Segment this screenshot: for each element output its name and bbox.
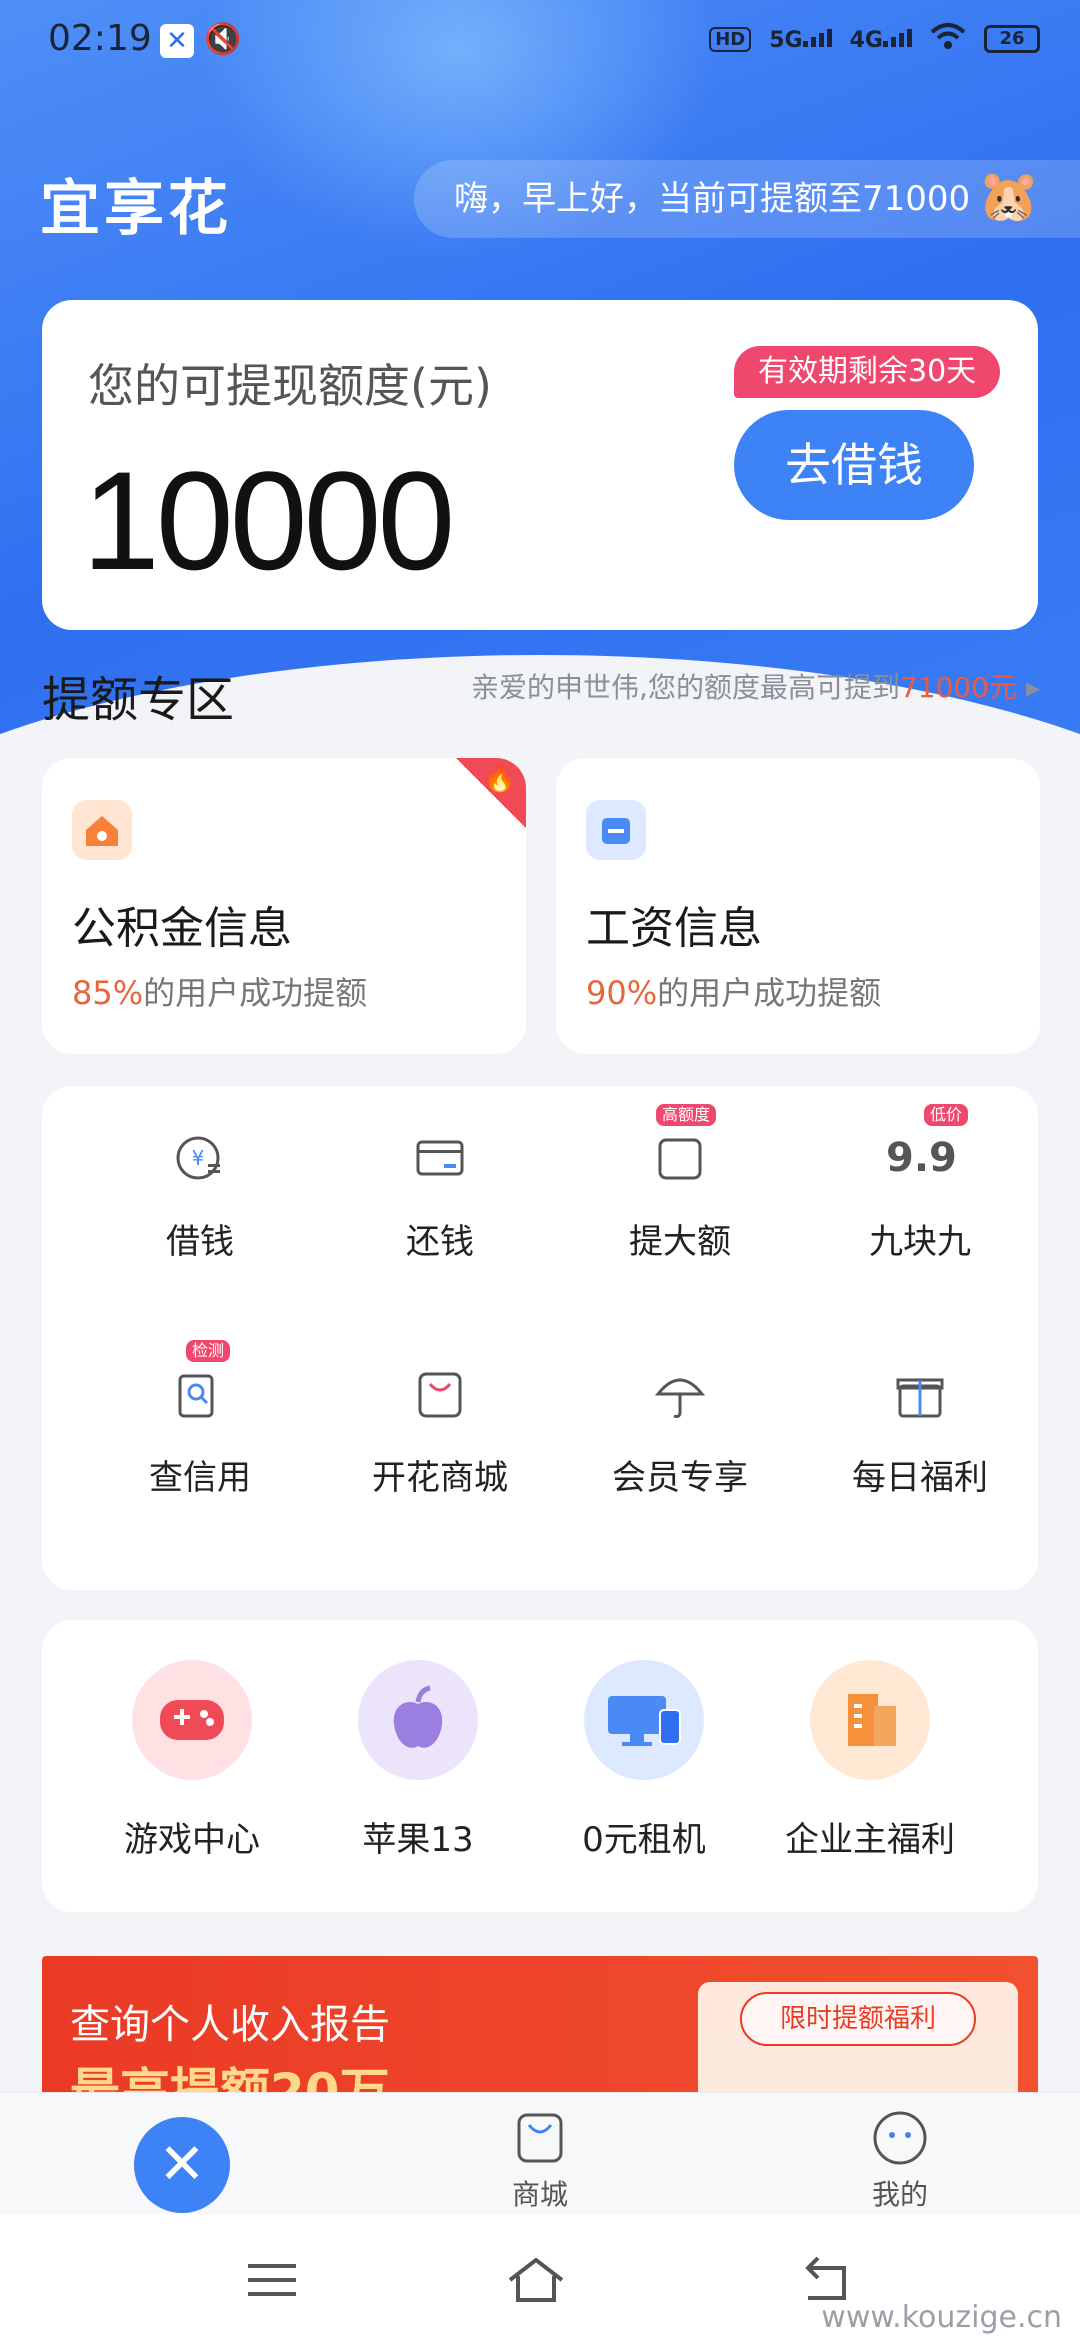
bottom-tab-bar: ✕ 商城 我的 xyxy=(0,2092,1080,2214)
mascot-icon: 🐹 xyxy=(977,167,1040,225)
wifi-icon xyxy=(930,22,966,56)
detect-tag: 检测 xyxy=(186,1340,231,1362)
grid-item-label: 提大额 xyxy=(629,1222,731,1262)
featured-game-center[interactable]: 游戏中心 xyxy=(82,1650,302,1890)
info-card-title: 工资信息 xyxy=(586,903,762,954)
play-arrow-icon: ▸ xyxy=(1025,671,1040,704)
credit-check-icon xyxy=(178,1374,214,1418)
featured-label: 企业主福利 xyxy=(785,1820,955,1860)
network-5g-icon: 5G xyxy=(769,25,832,53)
tab-mine[interactable]: 我的 xyxy=(840,2109,960,2213)
hint-value: 71000元 xyxy=(899,671,1018,704)
banner-offer-box: 限时提额福利 xyxy=(698,1982,1018,2106)
grid-item-label: 查信用 xyxy=(149,1458,251,1498)
network-4g-icon: 4G xyxy=(850,25,912,53)
gift-icon xyxy=(896,1378,944,1418)
mute-icon: 🔇 xyxy=(204,22,242,57)
featured-label: 苹果13 xyxy=(362,1820,474,1860)
system-nav-bar: www.kouzige.cn xyxy=(0,2214,1080,2340)
umbrella-icon xyxy=(654,1378,706,1418)
featured-iphone13[interactable]: 苹果13 xyxy=(308,1650,528,1890)
status-bar: 02:19 ✕ 🔇 HD 5G 4G 26 xyxy=(0,0,1080,80)
quota-amount: 10000 xyxy=(82,442,455,599)
nine-nine-icon: 9.9 xyxy=(886,1135,957,1181)
section-hint[interactable]: 亲爱的申世伟,您的额度最高可提到71000元 ▸ xyxy=(471,666,1040,706)
grid-item-repay[interactable]: 还钱 xyxy=(340,1104,540,1304)
featured-label: 0元租机 xyxy=(582,1820,706,1860)
calendar-icon xyxy=(658,1138,702,1180)
banner-title: 查询个人收入报告 xyxy=(70,2002,390,2048)
grid-item-label: 开花商城 xyxy=(372,1458,508,1498)
featured-label: 游戏中心 xyxy=(124,1820,260,1860)
gamepad-icon xyxy=(132,1660,252,1780)
high-amount-tag: 高额度 xyxy=(656,1104,717,1126)
computer-icon xyxy=(584,1660,704,1780)
greeting-pill[interactable]: 嗨，早上好，当前可提额至71000 🐹 xyxy=(414,160,1080,238)
hd-voice-icon: HD xyxy=(709,26,752,52)
function-grid: ¥ 借钱 还钱 高额度 提大额 9.9 低价 九块九 检测 查信用 开花商城 会… xyxy=(42,1086,1038,1590)
apple-icon xyxy=(358,1660,478,1780)
quota-card: 您的可提现额度(元) 10000 有效期剩余30天 去借钱 xyxy=(42,300,1038,630)
app-notification-icon: ✕ xyxy=(160,24,194,58)
grid-item-label: 每日福利 xyxy=(852,1458,988,1498)
profile-face-icon xyxy=(873,2111,927,2165)
low-price-tag: 低价 xyxy=(924,1104,969,1126)
grid-item-nine-nine[interactable]: 9.9 低价 九块九 xyxy=(820,1104,1020,1304)
featured-card: 游戏中心 苹果13 0元租机 企业主福利 xyxy=(42,1620,1038,1912)
tab-label: 商城 xyxy=(511,2178,568,2211)
mall-bag-icon xyxy=(517,2113,563,2163)
grid-item-credit-check[interactable]: 检测 查信用 xyxy=(100,1340,300,1540)
featured-rent-phone[interactable]: 0元租机 xyxy=(534,1650,754,1890)
grid-item-label: 还钱 xyxy=(406,1222,474,1262)
wallet-icon xyxy=(586,800,646,860)
tab-home[interactable]: ✕ xyxy=(134,2117,230,2213)
grid-item-label: 九块九 xyxy=(869,1222,971,1262)
grid-item-mall[interactable]: 开花商城 xyxy=(340,1340,540,1540)
greeting-text: 嗨，早上好，当前可提额至71000 xyxy=(454,179,971,219)
home-logo-icon: ✕ xyxy=(158,2132,206,2197)
home-icon[interactable] xyxy=(506,2250,566,2310)
yuan-coin-icon: ¥ xyxy=(176,1136,220,1180)
fire-icon: 🔥 xyxy=(456,758,526,828)
grid-item-membership[interactable]: 会员专享 xyxy=(580,1340,780,1540)
banner-tag: 限时提额福利 xyxy=(740,1992,976,2046)
battery-icon: 26 xyxy=(984,25,1040,53)
grid-item-daily-bonus[interactable]: 每日福利 xyxy=(820,1340,1020,1540)
svg-text:¥: ¥ xyxy=(192,1146,205,1170)
status-time: 02:19 xyxy=(48,18,152,59)
house-icon xyxy=(72,800,132,860)
validity-badge: 有效期剩余30天 xyxy=(734,346,1001,398)
status-indicators: HD 5G 4G 26 xyxy=(709,22,1040,56)
tab-mall[interactable]: 商城 xyxy=(480,2109,600,2213)
featured-business-owner[interactable]: 企业主福利 xyxy=(760,1650,980,1890)
hint-prefix: 亲爱的申世伟,您的额度最高可提到 xyxy=(471,671,900,704)
app-brand: 宜享花 xyxy=(40,174,232,244)
grid-item-label: 借钱 xyxy=(166,1222,234,1262)
info-card-salary[interactable]: 工资信息 90%的用户成功提额 xyxy=(556,758,1040,1054)
card-icon xyxy=(416,1140,464,1176)
grid-item-label: 会员专享 xyxy=(612,1458,748,1498)
info-card-title: 公积金信息 xyxy=(72,903,292,954)
info-card-subtitle: 90%的用户成功提额 xyxy=(586,974,882,1012)
borrow-button[interactable]: 去借钱 xyxy=(734,410,974,520)
menu-icon[interactable] xyxy=(242,2250,302,2310)
quota-label: 您的可提现额度(元) xyxy=(88,359,492,413)
watermark: www.kouzige.cn xyxy=(821,2300,1062,2335)
info-card-subtitle: 85%的用户成功提额 xyxy=(72,974,368,1012)
grid-item-large-amount[interactable]: 高额度 提大额 xyxy=(580,1104,780,1304)
tab-label: 我的 xyxy=(871,2178,928,2211)
building-icon xyxy=(810,1660,930,1780)
promo-banner[interactable]: 查询个人收入报告 最高提额20万 限时提额福利 xyxy=(42,1956,1038,2106)
grid-item-borrow[interactable]: ¥ 借钱 xyxy=(100,1104,300,1304)
shopping-bag-icon xyxy=(418,1372,462,1418)
info-card-housing-fund[interactable]: 公积金信息 85%的用户成功提额 🔥 xyxy=(42,758,526,1054)
section-title: 提额专区 xyxy=(42,672,235,728)
